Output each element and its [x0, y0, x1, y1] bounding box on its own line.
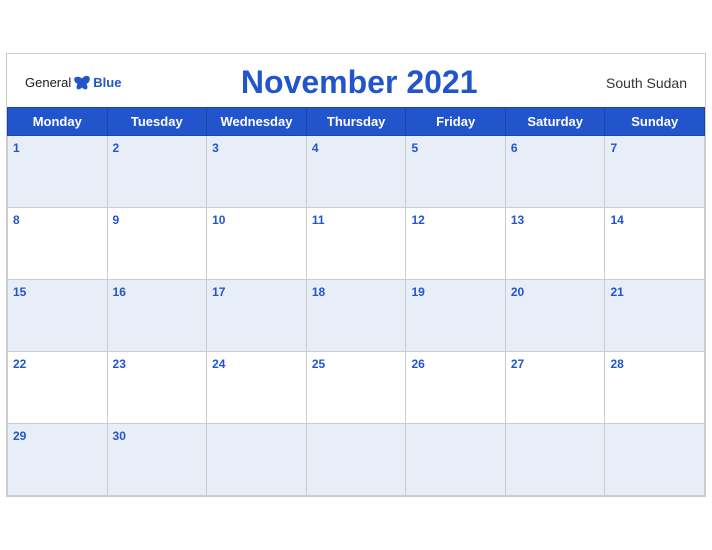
- day-number: 17: [212, 285, 225, 299]
- calendar-cell-w3-d1: 15: [8, 280, 108, 352]
- calendar-cell-w3-d4: 18: [306, 280, 406, 352]
- calendar-cell-w3-d7: 21: [605, 280, 705, 352]
- calendar-cell-w4-d1: 22: [8, 352, 108, 424]
- day-number: 11: [312, 213, 325, 227]
- calendar-cell-w1-d7: 7: [605, 136, 705, 208]
- day-number: 19: [411, 285, 424, 299]
- month-title: November 2021: [121, 64, 597, 101]
- day-number: 24: [212, 357, 225, 371]
- calendar-cell-w4-d6: 27: [505, 352, 605, 424]
- calendar-cell-w3-d3: 17: [207, 280, 307, 352]
- day-number: 9: [113, 213, 120, 227]
- day-number: 21: [610, 285, 623, 299]
- calendar-cell-w4-d3: 24: [207, 352, 307, 424]
- calendar-cell-w2-d4: 11: [306, 208, 406, 280]
- calendar-cell-w4-d5: 26: [406, 352, 505, 424]
- header-tuesday: Tuesday: [107, 108, 207, 136]
- day-number: 3: [212, 141, 219, 155]
- calendar-cell-w4-d4: 25: [306, 352, 406, 424]
- week-row-5: 29 30: [8, 424, 705, 496]
- calendar-cell-w4-d2: 23: [107, 352, 207, 424]
- week-row-1: 1 2 3 4 5 6 7: [8, 136, 705, 208]
- day-number: 29: [13, 429, 26, 443]
- calendar-cell-w1-d3: 3: [207, 136, 307, 208]
- calendar-grid: Monday Tuesday Wednesday Thursday Friday…: [7, 107, 705, 496]
- header-thursday: Thursday: [306, 108, 406, 136]
- calendar-cell-w2-d5: 12: [406, 208, 505, 280]
- day-number: 12: [411, 213, 424, 227]
- day-number: 8: [13, 213, 20, 227]
- calendar-cell-w5-d6: [505, 424, 605, 496]
- calendar-container: General Blue November 2021 South Sudan M…: [6, 53, 706, 497]
- day-number: 28: [610, 357, 623, 371]
- header-sunday: Sunday: [605, 108, 705, 136]
- header-friday: Friday: [406, 108, 505, 136]
- header-wednesday: Wednesday: [207, 108, 307, 136]
- day-number: 4: [312, 141, 319, 155]
- day-number: 20: [511, 285, 524, 299]
- calendar-cell-w1-d1: 1: [8, 136, 108, 208]
- calendar-cell-w2-d2: 9: [107, 208, 207, 280]
- calendar-cell-w2-d6: 13: [505, 208, 605, 280]
- calendar-cell-w4-d7: 28: [605, 352, 705, 424]
- day-number: 5: [411, 141, 418, 155]
- calendar-cell-w3-d5: 19: [406, 280, 505, 352]
- day-number: 10: [212, 213, 225, 227]
- week-row-4: 22 23 24 25 26 27 28: [8, 352, 705, 424]
- day-number: 14: [610, 213, 623, 227]
- calendar-header: General Blue November 2021 South Sudan: [7, 54, 705, 107]
- header-saturday: Saturday: [505, 108, 605, 136]
- calendar-cell-w5-d1: 29: [8, 424, 108, 496]
- day-number: 25: [312, 357, 325, 371]
- header-monday: Monday: [8, 108, 108, 136]
- calendar-cell-w5-d4: [306, 424, 406, 496]
- calendar-cell-w5-d5: [406, 424, 505, 496]
- calendar-cell-w1-d5: 5: [406, 136, 505, 208]
- calendar-cell-w3-d6: 20: [505, 280, 605, 352]
- calendar-cell-w2-d7: 14: [605, 208, 705, 280]
- day-number: 30: [113, 429, 126, 443]
- calendar-cell-w1-d2: 2: [107, 136, 207, 208]
- day-number: 13: [511, 213, 524, 227]
- day-number: 26: [411, 357, 424, 371]
- day-number: 7: [610, 141, 617, 155]
- calendar-cell-w5-d3: [207, 424, 307, 496]
- day-number: 6: [511, 141, 518, 155]
- day-number: 18: [312, 285, 325, 299]
- weekday-header-row: Monday Tuesday Wednesday Thursday Friday…: [8, 108, 705, 136]
- day-number: 1: [13, 141, 20, 155]
- calendar-cell-w2-d1: 8: [8, 208, 108, 280]
- logo-general-text: General: [25, 75, 71, 90]
- logo-blue-text: Blue: [93, 75, 121, 90]
- day-number: 15: [13, 285, 26, 299]
- calendar-cell-w1-d4: 4: [306, 136, 406, 208]
- day-number: 16: [113, 285, 126, 299]
- day-number: 22: [13, 357, 26, 371]
- calendar-cell-w5-d2: 30: [107, 424, 207, 496]
- country-label: South Sudan: [597, 75, 687, 91]
- calendar-cell-w3-d2: 16: [107, 280, 207, 352]
- calendar-cell-w2-d3: 10: [207, 208, 307, 280]
- logo-bird-icon: [73, 75, 91, 91]
- calendar-cell-w1-d6: 6: [505, 136, 605, 208]
- logo-text: General Blue: [25, 75, 121, 91]
- day-number: 2: [113, 141, 120, 155]
- day-number: 27: [511, 357, 524, 371]
- week-row-3: 15 16 17 18 19 20 21: [8, 280, 705, 352]
- logo-area: General Blue: [25, 75, 121, 91]
- week-row-2: 8 9 10 11 12 13 14: [8, 208, 705, 280]
- day-number: 23: [113, 357, 126, 371]
- calendar-cell-w5-d7: [605, 424, 705, 496]
